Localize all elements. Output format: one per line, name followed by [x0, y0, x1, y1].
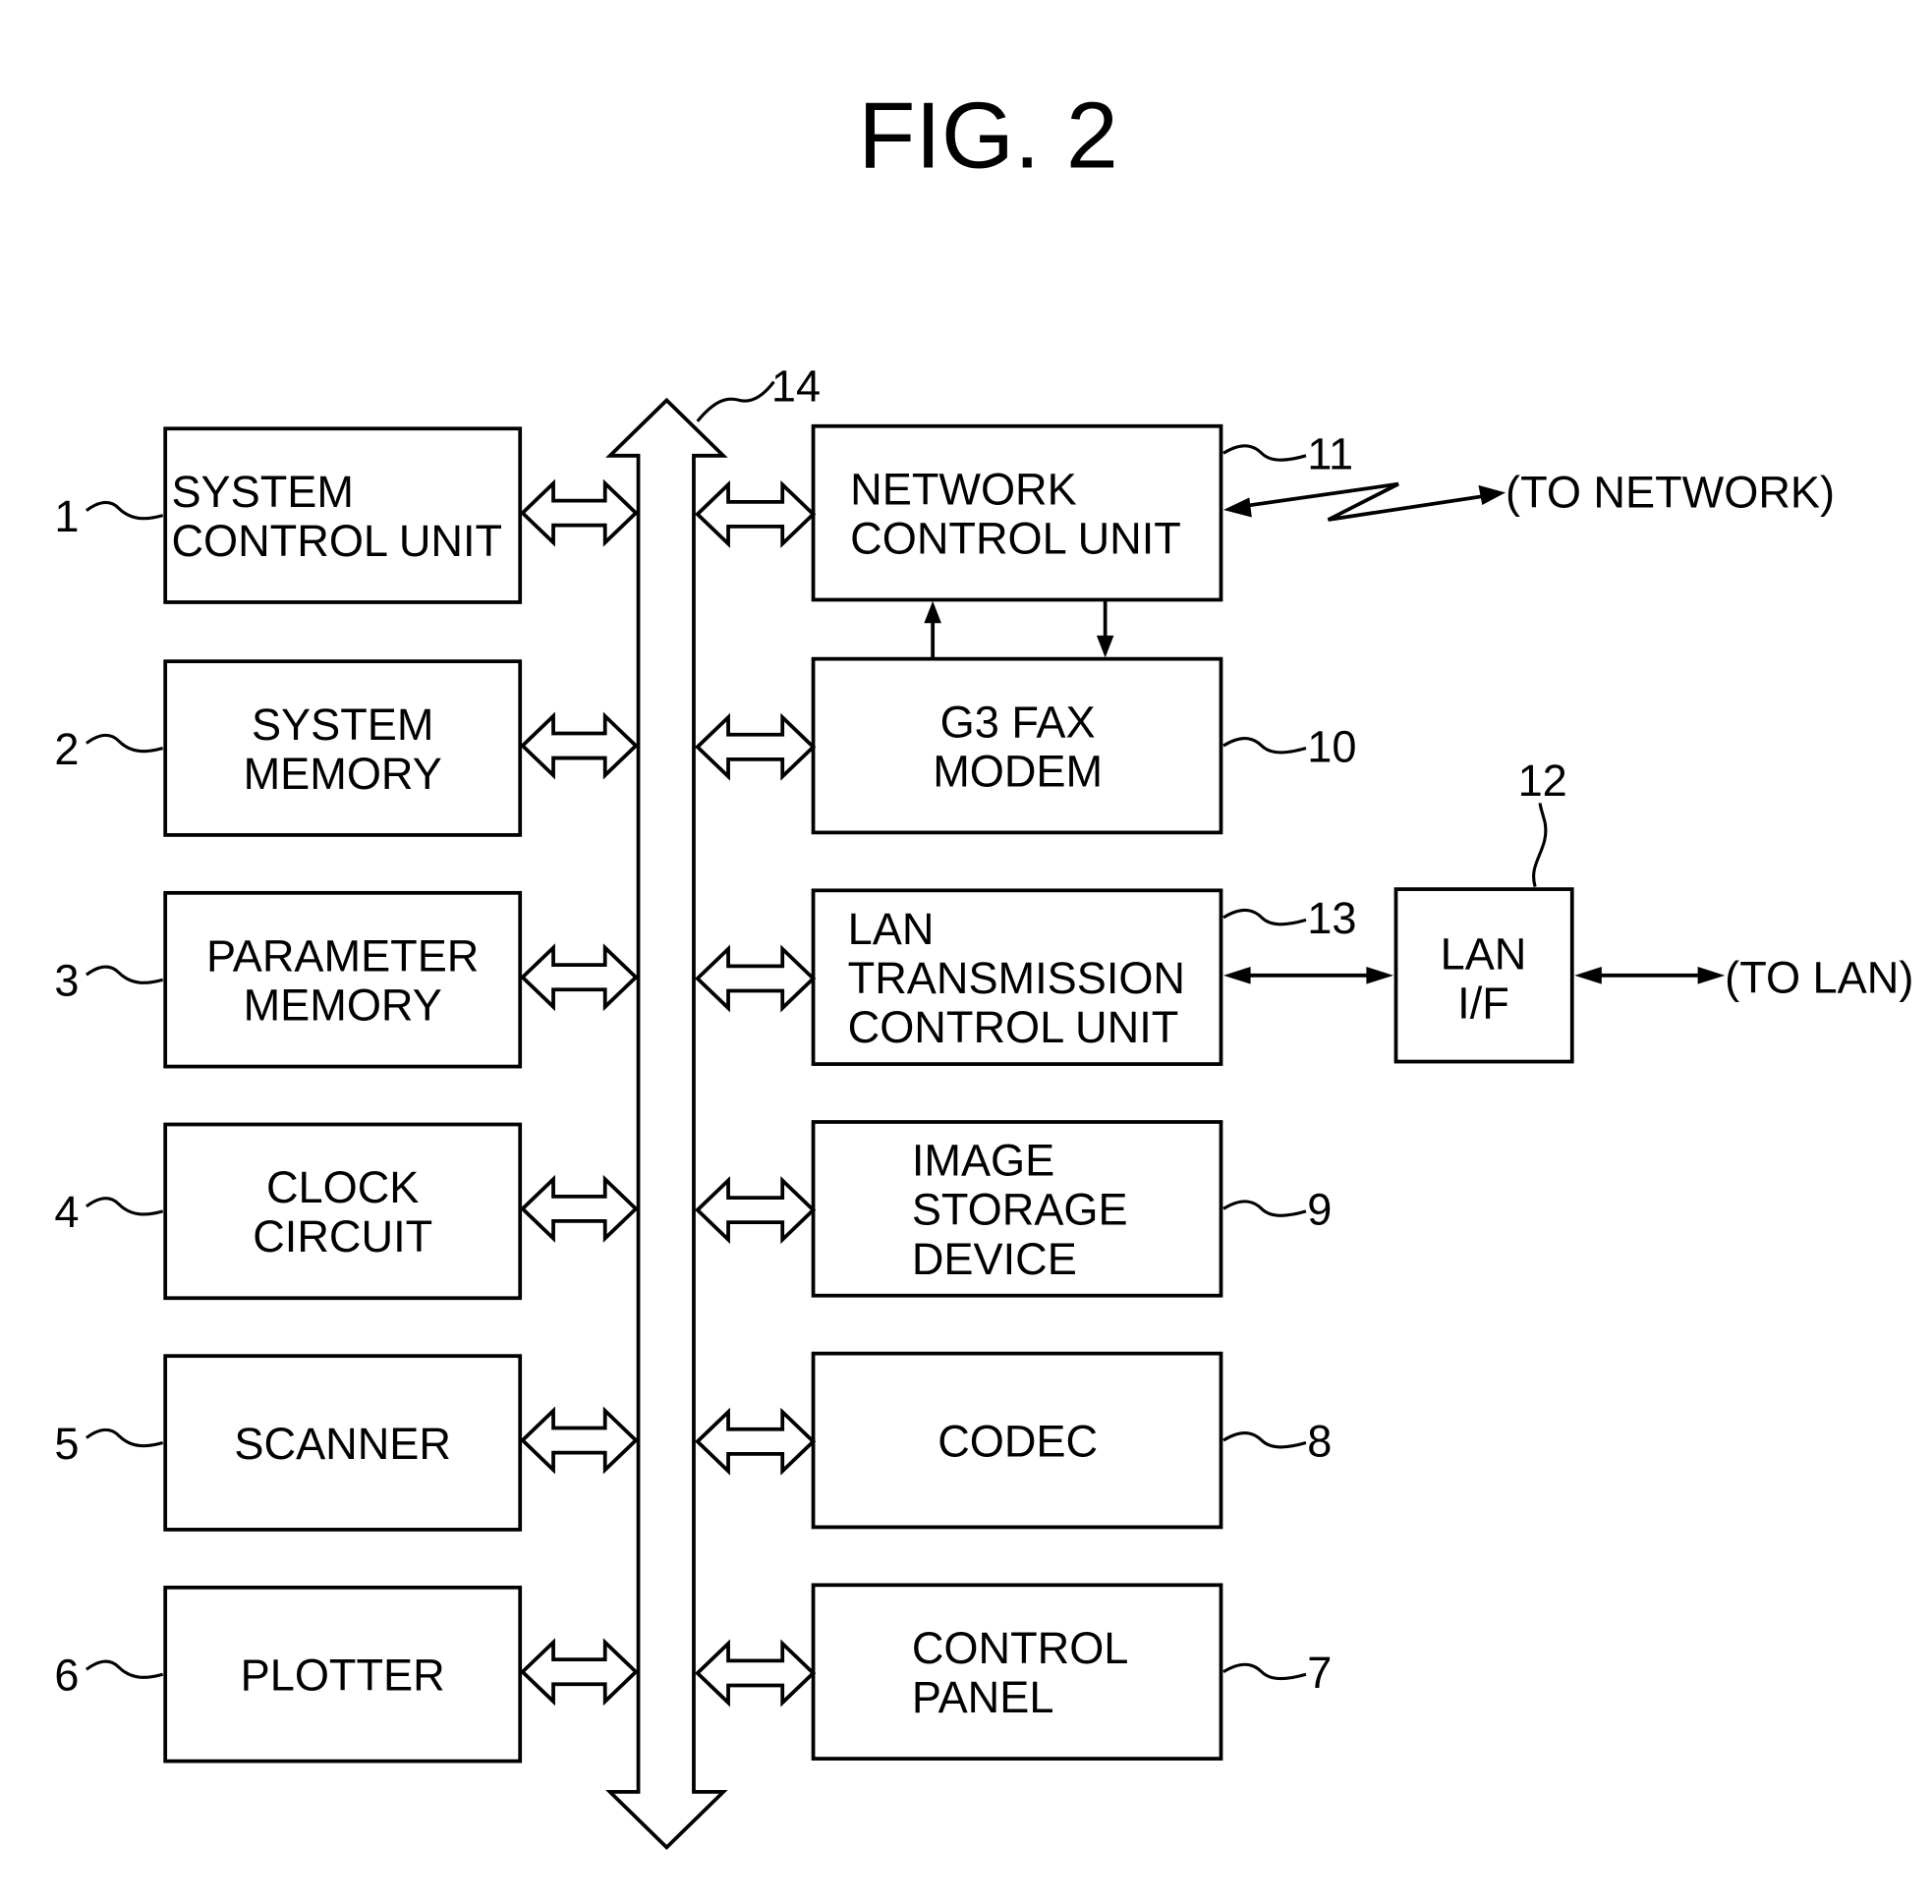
bus-connector-arrow [520, 1174, 639, 1243]
right-block: CODEC 8 [695, 1351, 1332, 1530]
leader-line [1222, 444, 1307, 462]
block-label-line: CONTROL UNIT [848, 1002, 1179, 1052]
block-label-line: CIRCUIT [253, 1211, 432, 1261]
left-block: PARAMETERMEMORY 3 [54, 890, 639, 1069]
to-lan-label: (TO LAN) [1725, 952, 1913, 1002]
block-label-line: PLOTTER [241, 1651, 445, 1701]
to-lan-link: (TO LAN) [1574, 952, 1913, 1002]
system-bus [605, 397, 728, 1850]
block-label-line: PANEL [912, 1672, 1054, 1722]
left-block: SCANNER 5 [54, 1354, 639, 1532]
left-block: SYSTEMCONTROL UNIT 1 [54, 426, 639, 604]
bus-reference: 14 [696, 362, 821, 422]
bus-connector-arrow [695, 1639, 817, 1708]
block-label-line: MEMORY [244, 980, 442, 1031]
block-label-line: SYSTEM [171, 467, 353, 517]
leader-line [85, 500, 164, 521]
bus-connector-arrow [695, 944, 817, 1013]
block-label-line: MODEM [933, 746, 1103, 796]
block-ref-number: 7 [1307, 1648, 1332, 1698]
lan-if-block: LAN I/F 12 [1393, 756, 1574, 1064]
block-label-line: G3 FAX [940, 697, 1096, 747]
block-ref-number: 2 [54, 724, 79, 774]
block-label-line: CONTROL [912, 1623, 1129, 1673]
leader-line [85, 733, 164, 754]
block-ref-number: 9 [1307, 1185, 1332, 1235]
block-label-line: CONTROL UNIT [850, 513, 1181, 563]
block-ref-number: 3 [54, 956, 79, 1006]
block-ref-number: 13 [1307, 893, 1356, 943]
block-label-line: LAN [848, 904, 935, 954]
bus-connector-arrow [520, 478, 639, 547]
block-label-line: SCANNER [234, 1419, 451, 1469]
bus-connector-arrow [695, 1407, 817, 1476]
bus-connector-arrow [520, 711, 639, 780]
left-block: CLOCKCIRCUIT 4 [54, 1122, 639, 1301]
block-diagram: FIG. 2 14 SYSTEMCONTROL UNIT1SYSTEMMEMOR… [54, 84, 1913, 1850]
leader-line [1222, 1200, 1307, 1217]
block-ref-number: 8 [1307, 1416, 1332, 1466]
right-block: CONTROLPANEL 7 [695, 1583, 1332, 1761]
block-label-line: CODEC [938, 1416, 1098, 1466]
bus-connector-arrow [695, 479, 817, 548]
figure-title: FIG. 2 [858, 84, 1118, 188]
leader-line [85, 1197, 164, 1216]
right-block: IMAGESTORAGEDEVICE 9 [695, 1120, 1332, 1298]
left-block: PLOTTER 6 [54, 1585, 639, 1764]
bus-connector-arrow [520, 1406, 639, 1475]
block-ref-number: 4 [54, 1187, 79, 1237]
block-ref-number: 5 [54, 1419, 79, 1469]
lan-if-label-line-2: I/F [1457, 979, 1509, 1029]
block-label-line: CLOCK [266, 1162, 419, 1212]
leader-line [85, 1659, 164, 1679]
leader-line [85, 1428, 164, 1448]
block-label-line: STORAGE [912, 1185, 1128, 1235]
right-block: NETWORKCONTROL UNIT 11 [695, 423, 1353, 602]
block-ref-number: 1 [54, 491, 79, 541]
leader-line [1222, 908, 1307, 926]
bus-ref-number: 14 [771, 362, 821, 412]
bus-connector-arrow [520, 1638, 639, 1707]
block-label-line: NETWORK [850, 464, 1077, 514]
bus-connector-arrow [695, 1176, 817, 1245]
right-block: G3 FAXMODEM 10 [695, 656, 1356, 835]
bus-connector-arrow [520, 943, 639, 1012]
bus-connector-arrow [695, 712, 817, 781]
lan-if-label-line-1: LAN [1441, 929, 1527, 980]
to-network-label: (TO NETWORK) [1506, 467, 1835, 517]
block-label-line: PARAMETER [206, 930, 479, 980]
leader-line [1222, 1662, 1307, 1681]
block-label-line: CONTROL UNIT [171, 516, 502, 566]
block-label-line: DEVICE [912, 1234, 1077, 1284]
block-label-line: TRANSMISSION [848, 953, 1185, 1003]
leader-line [1222, 736, 1307, 755]
block-label-line: IMAGE [912, 1136, 1054, 1186]
lan-link [1222, 967, 1393, 984]
leader-line [1222, 1430, 1307, 1449]
block-label-line: SYSTEM [252, 700, 433, 750]
left-block: SYSTEMMEMORY 2 [54, 659, 639, 837]
ncu-modem-arrows [924, 600, 1114, 658]
block-ref-number: 11 [1307, 429, 1353, 479]
block-ref-number: 6 [54, 1651, 79, 1701]
block-ref-number: 10 [1307, 721, 1356, 771]
lan-if-ref-number: 12 [1518, 756, 1567, 806]
block-label-line: MEMORY [244, 749, 442, 799]
leader-line [85, 965, 164, 984]
